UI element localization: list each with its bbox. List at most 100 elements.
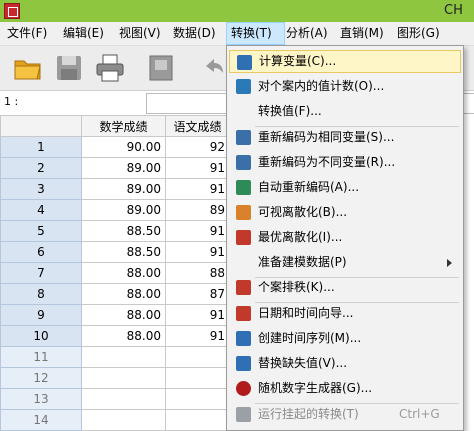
chinese-cell[interactable]: 91 bbox=[165, 157, 230, 179]
menu-analyze[interactable]: 分析(A) bbox=[282, 22, 332, 45]
row-header[interactable]: 1 bbox=[0, 136, 82, 158]
menu-item-visual-binning[interactable]: 可视离散化(B)... bbox=[229, 201, 461, 224]
table-row: 10 88.00 91 bbox=[0, 325, 230, 347]
menu-item-label: 自动重新编码(A)... bbox=[258, 180, 360, 194]
open-folder-icon[interactable] bbox=[12, 52, 44, 84]
row-header[interactable]: 12 bbox=[0, 367, 82, 389]
chinese-cell[interactable]: 91 bbox=[165, 220, 230, 242]
math-cell[interactable]: 88.00 bbox=[81, 262, 166, 284]
row-header[interactable]: 10 bbox=[0, 325, 82, 347]
column-header-math[interactable]: 数学成绩 bbox=[81, 115, 166, 137]
row-header[interactable]: 5 bbox=[0, 220, 82, 242]
chinese-cell[interactable]: 89 bbox=[165, 199, 230, 221]
table-row: 11 bbox=[0, 346, 230, 368]
math-cell[interactable]: 89.00 bbox=[81, 199, 166, 221]
create-time-series-icon bbox=[236, 331, 251, 346]
table-row: 9 88.00 91 bbox=[0, 304, 230, 326]
row-header[interactable]: 11 bbox=[0, 346, 82, 368]
math-cell[interactable] bbox=[81, 346, 166, 368]
table-row: 6 88.50 91 bbox=[0, 241, 230, 263]
menu-data[interactable]: 数据(D) bbox=[169, 22, 220, 45]
compute-variable-icon bbox=[237, 55, 252, 70]
math-cell[interactable] bbox=[81, 388, 166, 410]
chinese-cell[interactable] bbox=[165, 409, 230, 431]
menu-item-label: 计算变量(C)... bbox=[259, 54, 337, 68]
menu-edit[interactable]: 编辑(E) bbox=[59, 22, 108, 45]
math-cell[interactable] bbox=[81, 367, 166, 389]
menu-view[interactable]: 视图(V) bbox=[115, 22, 165, 45]
menu-item-recode-same[interactable]: 重新编码为相同变量(S)... bbox=[229, 126, 461, 149]
chinese-cell[interactable]: 91 bbox=[165, 241, 230, 263]
run-pending-shortcut: Ctrl+G bbox=[399, 407, 440, 421]
row-header[interactable]: 7 bbox=[0, 262, 82, 284]
table-row: 3 89.00 91 bbox=[0, 178, 230, 200]
math-cell[interactable]: 89.00 bbox=[81, 178, 166, 200]
math-cell[interactable]: 90.00 bbox=[81, 136, 166, 158]
visual-binning-icon bbox=[236, 205, 251, 220]
save-disk-icon[interactable] bbox=[53, 52, 85, 84]
chinese-cell[interactable] bbox=[165, 346, 230, 368]
menu-item-label: 创建时间序列(M)... bbox=[258, 331, 362, 345]
menu-item-create-time-series[interactable]: 创建时间序列(M)... bbox=[229, 327, 461, 350]
math-cell[interactable]: 88.00 bbox=[81, 325, 166, 347]
menu-item-label: 准备建模数据(P) bbox=[258, 255, 347, 269]
menu-item-recode-different[interactable]: 重新编码为不同变量(R)... bbox=[229, 151, 461, 174]
menu-item-label: 随机数字生成器(G)... bbox=[258, 381, 373, 395]
chinese-cell[interactable]: 91 bbox=[165, 178, 230, 200]
math-cell[interactable]: 88.50 bbox=[81, 220, 166, 242]
menu-transform[interactable]: 转换(T) bbox=[226, 22, 285, 45]
math-cell[interactable] bbox=[81, 409, 166, 431]
menu-direct-marketing[interactable]: 直销(M) bbox=[336, 22, 388, 45]
menu-item-label: 运行挂起的转换(T) bbox=[258, 407, 359, 421]
table-row: 2 89.00 91 bbox=[0, 157, 230, 179]
chinese-cell[interactable]: 88 bbox=[165, 262, 230, 284]
menu-item-replace-missing[interactable]: 替换缺失值(V)... bbox=[229, 352, 461, 375]
menu-item-run-pending[interactable]: 运行挂起的转换(T) Ctrl+G bbox=[229, 403, 461, 426]
menu-item-shift-values[interactable]: 转换值(F)... bbox=[229, 100, 461, 123]
optimal-binning-icon bbox=[236, 230, 251, 245]
math-cell[interactable]: 88.00 bbox=[81, 283, 166, 305]
table-row: 14 bbox=[0, 409, 230, 431]
grid-corner[interactable] bbox=[0, 115, 82, 137]
count-values-icon bbox=[236, 79, 251, 94]
math-cell[interactable]: 88.50 bbox=[81, 241, 166, 263]
title-bar: CH bbox=[0, 0, 474, 22]
dialog-recall-icon[interactable] bbox=[146, 52, 178, 84]
math-cell[interactable]: 88.00 bbox=[81, 304, 166, 326]
chinese-cell[interactable]: 92 bbox=[165, 136, 230, 158]
row-header[interactable]: 2 bbox=[0, 157, 82, 179]
table-row: 12 bbox=[0, 367, 230, 389]
chinese-cell[interactable] bbox=[165, 367, 230, 389]
menu-item-random-number-generators[interactable]: 随机数字生成器(G)... bbox=[229, 377, 461, 400]
chinese-cell[interactable] bbox=[165, 388, 230, 410]
math-cell[interactable]: 89.00 bbox=[81, 157, 166, 179]
menu-item-count-values[interactable]: 对个案内的值计数(O)... bbox=[229, 75, 461, 98]
menu-item-compute-variable[interactable]: 计算变量(C)... bbox=[229, 50, 461, 73]
menu-item-rank-cases[interactable]: 个案排秩(K)... bbox=[229, 276, 461, 299]
transform-menu-dropdown: 计算变量(C)... 对个案内的值计数(O)... 转换值(F)... 重新编码… bbox=[226, 45, 464, 431]
print-icon[interactable] bbox=[94, 52, 126, 84]
cell-reference: 1 : bbox=[4, 95, 19, 108]
row-header[interactable]: 14 bbox=[0, 409, 82, 431]
row-header[interactable]: 8 bbox=[0, 283, 82, 305]
chinese-cell[interactable]: 91 bbox=[165, 325, 230, 347]
menu-item-date-time-wizard[interactable]: 日期和时间向导... bbox=[229, 302, 461, 325]
menu-file[interactable]: 文件(F) bbox=[3, 22, 51, 45]
menu-item-label: 替换缺失值(V)... bbox=[258, 356, 348, 370]
replace-missing-icon bbox=[236, 356, 251, 371]
row-header[interactable]: 9 bbox=[0, 304, 82, 326]
chinese-cell[interactable]: 91 bbox=[165, 304, 230, 326]
menu-item-optimal-binning[interactable]: 最优离散化(I)... bbox=[229, 226, 461, 249]
spss-app-icon[interactable] bbox=[4, 3, 20, 19]
row-header[interactable]: 3 bbox=[0, 178, 82, 200]
menu-item-label: 转换值(F)... bbox=[258, 104, 322, 118]
menu-item-automatic-recode[interactable]: 自动重新编码(A)... bbox=[229, 176, 461, 199]
row-header[interactable]: 4 bbox=[0, 199, 82, 221]
menu-item-prepare-modeling-data[interactable]: 准备建模数据(P) bbox=[229, 251, 461, 274]
menu-graphs[interactable]: 图形(G) bbox=[393, 22, 444, 45]
table-row: 1 90.00 92 bbox=[0, 136, 230, 158]
column-header-chinese[interactable]: 语文成绩 bbox=[165, 115, 230, 137]
row-header[interactable]: 13 bbox=[0, 388, 82, 410]
row-header[interactable]: 6 bbox=[0, 241, 82, 263]
chinese-cell[interactable]: 87 bbox=[165, 283, 230, 305]
